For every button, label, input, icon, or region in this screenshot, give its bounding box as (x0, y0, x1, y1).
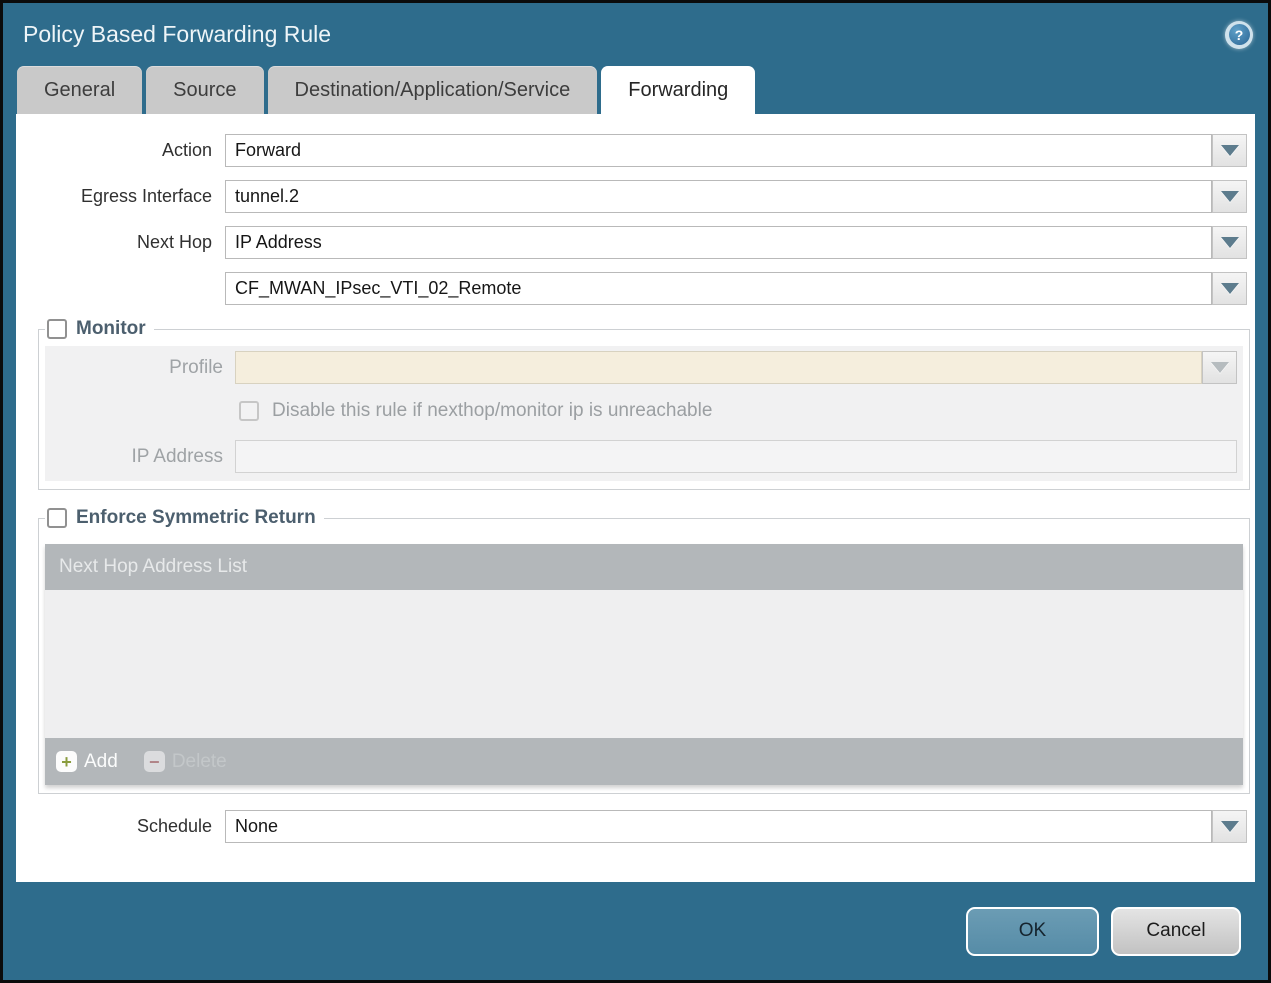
monitor-panel: Profile Disable this rule if nexthop/mon… (45, 346, 1243, 481)
monitor-ip-input (235, 440, 1237, 473)
symmetric-return-legend: Enforce Symmetric Return (45, 507, 324, 529)
next-hop-address-row: CF_MWAN_IPsec_VTI_02_Remote (16, 272, 1247, 305)
chevron-down-icon (1221, 145, 1239, 156)
action-row: Action Forward (16, 134, 1247, 167)
help-icon: ? (1229, 24, 1250, 45)
monitor-fieldset: Monitor Profile Disable this rule if nex… (38, 318, 1250, 490)
next-hop-address-list-header: Next Hop Address List (45, 544, 1243, 590)
next-hop-address-list-footer: + Add − Delete (45, 738, 1243, 785)
symmetric-return-fieldset: Enforce Symmetric Return Next Hop Addres… (38, 507, 1250, 794)
next-hop-type-select[interactable]: IP Address (225, 226, 1212, 259)
dialog-footer: OK Cancel (3, 882, 1268, 980)
egress-interface-select[interactable]: tunnel.2 (225, 180, 1212, 213)
symmetric-return-checkbox[interactable] (47, 508, 67, 528)
next-hop-row: Next Hop IP Address (16, 226, 1247, 259)
help-button[interactable]: ? (1225, 21, 1253, 49)
chevron-down-icon (1221, 283, 1239, 294)
next-hop-address-list-table: Next Hop Address List + Add − Delete (45, 544, 1243, 785)
tab-forwarding[interactable]: Forwarding (601, 66, 755, 114)
delete-button-label: Delete (172, 751, 227, 773)
plus-icon: + (61, 753, 72, 771)
disable-rule-label: Disable this rule if nexthop/monitor ip … (272, 400, 712, 422)
monitor-checkbox[interactable] (47, 319, 67, 339)
disable-rule-checkbox (239, 401, 259, 421)
add-button[interactable]: + Add (56, 751, 118, 773)
symmetric-return-legend-label: Enforce Symmetric Return (76, 507, 316, 529)
action-label: Action (16, 140, 225, 161)
next-hop-address-dropdown-button[interactable] (1212, 272, 1247, 305)
egress-interface-row: Egress Interface tunnel.2 (16, 180, 1247, 213)
next-hop-address-select[interactable]: CF_MWAN_IPsec_VTI_02_Remote (225, 272, 1212, 305)
monitor-profile-label: Profile (45, 357, 235, 379)
cancel-button[interactable]: Cancel (1111, 907, 1241, 956)
monitor-profile-row: Profile (45, 351, 1237, 384)
tab-general[interactable]: General (17, 66, 142, 114)
next-hop-type-dropdown-button[interactable] (1212, 226, 1247, 259)
action-dropdown-button[interactable] (1212, 134, 1247, 167)
minus-icon: − (149, 753, 160, 771)
dialog-titlebar: Policy Based Forwarding Rule ? (3, 3, 1268, 66)
add-button-label: Add (84, 751, 118, 773)
monitor-ip-row: IP Address (45, 440, 1237, 473)
monitor-profile-dropdown-button (1202, 351, 1237, 384)
pbf-rule-dialog: Policy Based Forwarding Rule ? General S… (0, 0, 1271, 983)
next-hop-address-list-body[interactable] (45, 590, 1243, 738)
egress-interface-dropdown-button[interactable] (1212, 180, 1247, 213)
forwarding-tab-panel: Action Forward Egress Interface tunnel.2… (16, 114, 1255, 882)
schedule-dropdown-button[interactable] (1212, 810, 1247, 843)
schedule-row: Schedule None (16, 810, 1247, 843)
ok-button[interactable]: OK (966, 907, 1099, 956)
chevron-down-icon (1221, 821, 1239, 832)
chevron-down-icon (1221, 191, 1239, 202)
monitor-disable-row: Disable this rule if nexthop/monitor ip … (239, 400, 1237, 422)
tab-destination-application-service[interactable]: Destination/Application/Service (268, 66, 598, 114)
monitor-legend-label: Monitor (76, 318, 146, 340)
tab-bar: General Source Destination/Application/S… (3, 66, 1268, 114)
dialog-title: Policy Based Forwarding Rule (23, 21, 331, 48)
egress-interface-label: Egress Interface (16, 186, 225, 207)
monitor-profile-select (235, 351, 1202, 384)
chevron-down-icon (1211, 362, 1229, 373)
delete-button: − Delete (144, 751, 227, 773)
monitor-ip-label: IP Address (45, 446, 235, 468)
chevron-down-icon (1221, 237, 1239, 248)
next-hop-label: Next Hop (16, 232, 225, 253)
schedule-label: Schedule (16, 816, 225, 837)
schedule-select[interactable]: None (225, 810, 1212, 843)
monitor-legend: Monitor (45, 318, 154, 340)
tab-source[interactable]: Source (146, 66, 263, 114)
action-select[interactable]: Forward (225, 134, 1212, 167)
